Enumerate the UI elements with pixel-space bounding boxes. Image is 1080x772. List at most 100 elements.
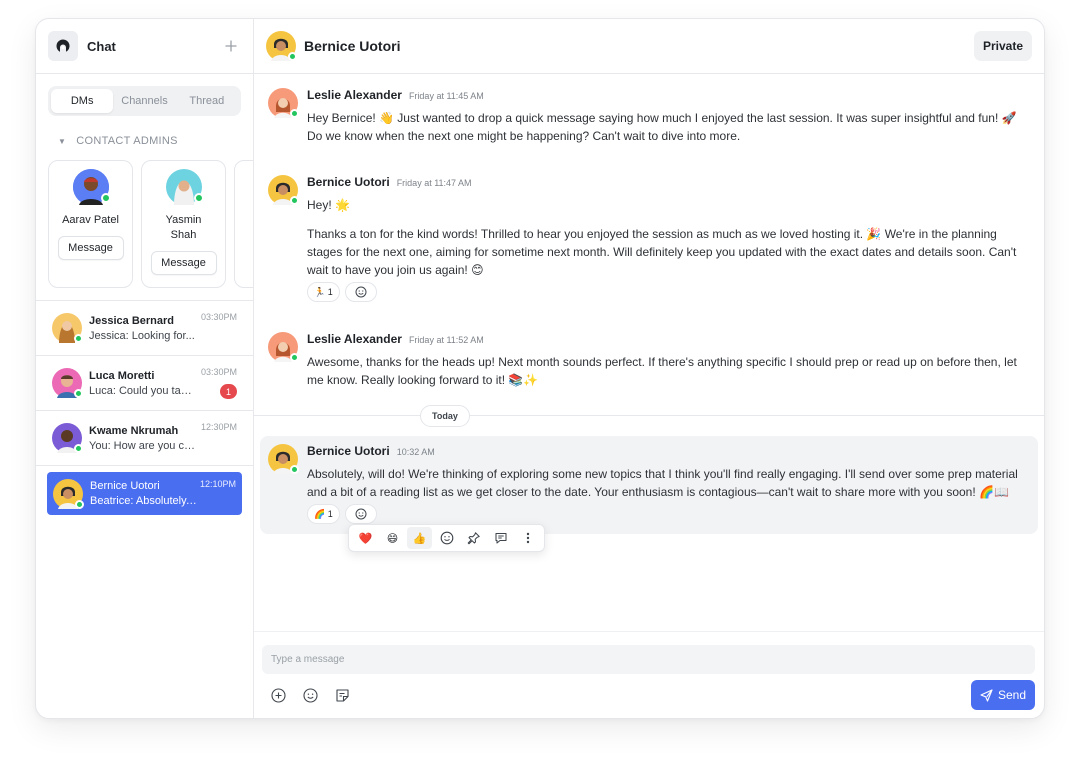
dm-list-item[interactable]: Jessica Bernard Jessica: Looking for... … [36,301,253,356]
add-reaction-button[interactable] [344,282,377,302]
dm-preview: Beatrice: Absolutely,... [90,495,198,507]
message-time: 10:32 AM [396,447,435,457]
online-status-dot [74,389,83,398]
dm-list-item[interactable]: Luca Moretti Luca: Could you take... 03:… [36,356,253,411]
send-button[interactable]: Send [971,680,1035,710]
sticker-icon[interactable] [334,687,351,704]
smiley-icon [355,286,367,298]
dm-time: 03:30PM [200,312,237,322]
message-body: Bernice Uotori Friday at 11:47 AM Hey! 🌟… [307,175,1030,302]
more-options-icon[interactable] [515,527,540,549]
dm-preview: You: How are you co... [89,439,197,452]
avatar [53,478,84,509]
message-composer: Send [254,631,1044,718]
dm-preview: Jessica: Looking for... [89,329,195,342]
message-text: Awesome, thanks for the heads up! Next m… [307,353,1030,389]
reaction-count: 1 [327,509,333,519]
tab-dms[interactable]: DMs [51,89,114,113]
sidebar-tabs: DMs Channels Thread [48,86,241,116]
message-header: Bernice Uotori 10:32 AM [307,444,1030,462]
message-text: Hey Bernice! 👋 Just wanted to drop a qui… [307,109,1030,145]
message-paragraph: Thanks a ton for the kind words! Thrille… [307,227,1017,277]
admin-card-partial[interactable] [234,160,253,288]
section-label: CONTACT ADMINS [76,135,178,147]
sidebar-title: Chat [87,38,116,54]
message-author: Leslie Alexander [307,332,402,346]
reaction-emoji: 🌈 [314,508,326,519]
attach-plus-icon[interactable] [270,687,287,704]
dm-time: 12:10PM [199,479,236,489]
react-grin-button[interactable]: 😄 [380,527,405,549]
avatar [266,31,297,61]
reaction-chip[interactable]: 🌈 1 [307,504,340,524]
message-header: Leslie Alexander Friday at 11:45 AM [307,88,1030,106]
message-paragraph: Hey Bernice! 👋 Just wanted to drop a qui… [307,111,1017,143]
avatar [52,313,83,343]
avatar [268,88,299,118]
message: Bernice Uotori Friday at 11:47 AM Hey! 🌟… [268,175,1030,302]
sidebar-header: Chat [36,19,253,74]
avatar [52,423,83,453]
online-status-dot [290,196,299,205]
online-status-dot [100,193,111,203]
avatar [268,332,299,362]
react-thumbs-up-button[interactable]: 👍 [407,527,432,549]
app-logo-icon [48,31,78,61]
message-admin-button[interactable]: Message [150,251,217,275]
message-input[interactable] [262,645,1035,674]
composer-tools [270,687,366,704]
avatar [52,368,83,398]
conversation-title: Bernice Uotori [304,38,401,54]
tab-thread[interactable]: Thread [176,89,238,113]
message-hover-toolbar: ❤️ 😄 👍 [348,524,545,552]
message-author: Leslie Alexander [307,88,402,102]
message-header: Leslie Alexander Friday at 11:52 AM [307,332,1030,350]
message-paragraph: Absolutely, will do! We're thinking of e… [307,467,1018,499]
message-text: Absolutely, will do! We're thinking of e… [307,465,1030,501]
admin-name: Yasmin Shah [165,214,202,241]
message-time: Friday at 11:45 AM [408,91,484,101]
add-reaction-icon[interactable] [434,527,459,549]
new-chat-plus-icon[interactable] [221,36,241,56]
emoji-picker-icon[interactable] [302,687,319,704]
online-status-dot [75,499,84,509]
conversation-panel: Bernice Uotori Private Leslie Alexander … [254,19,1044,718]
online-status-dot [290,353,299,362]
online-status-dot [290,465,299,474]
dm-list-item[interactable]: Kwame Nkrumah You: How are you co... 12:… [36,411,253,466]
message-author: Bernice Uotori [307,175,390,189]
dm-preview: Luca: Could you take... [89,384,197,397]
message: Leslie Alexander Friday at 11:52 AM Awes… [268,332,1030,389]
dm-time: 12:30PM [200,422,237,432]
reaction-emoji: 🏃 [314,286,326,297]
conversation-header: Bernice Uotori Private [254,19,1044,74]
message-body: Leslie Alexander Friday at 11:45 AM Hey … [307,88,1030,145]
day-divider-line [254,415,1044,416]
admin-card: Yasmin Shah Message [141,160,226,288]
react-heart-button[interactable]: ❤️ [353,527,378,549]
message-body: Leslie Alexander Friday at 11:52 AM Awes… [307,332,1030,389]
contact-admins-section-toggle[interactable]: ▼ CONTACT ADMINS [58,134,253,148]
message-highlighted: Bernice Uotori 10:32 AM Absolutely, will… [268,444,1030,524]
send-label: Send [997,688,1027,702]
chat-app-window: Chat DMs Channels Thread ▼ CONTACT ADMIN… [35,18,1045,719]
admin-cards-row: Aarav Patel Message Yasmin Shah Message [36,160,253,288]
avatar [165,169,204,205]
online-status-dot [74,334,83,343]
reaction-chip[interactable]: 🏃 1 [307,282,340,302]
avatar [268,175,299,205]
avatar [268,444,299,474]
dm-list-item-active[interactable]: Bernice Uotori Beatrice: Absolutely,... … [47,472,242,515]
message-header: Bernice Uotori Friday at 11:47 AM [307,175,1030,193]
reactions: 🌈 1 [307,504,1030,524]
pin-icon[interactable] [461,527,486,549]
message-author: Bernice Uotori [307,444,390,458]
message: Leslie Alexander Friday at 11:45 AM Hey … [268,88,1030,145]
private-button[interactable]: Private [973,31,1032,61]
message-time: Friday at 11:52 AM [408,335,484,345]
message-admin-button[interactable]: Message [57,236,124,260]
send-icon [980,688,993,702]
reply-thread-icon[interactable] [488,527,513,549]
add-reaction-button[interactable] [344,504,377,524]
tab-channels[interactable]: Channels [113,89,175,113]
